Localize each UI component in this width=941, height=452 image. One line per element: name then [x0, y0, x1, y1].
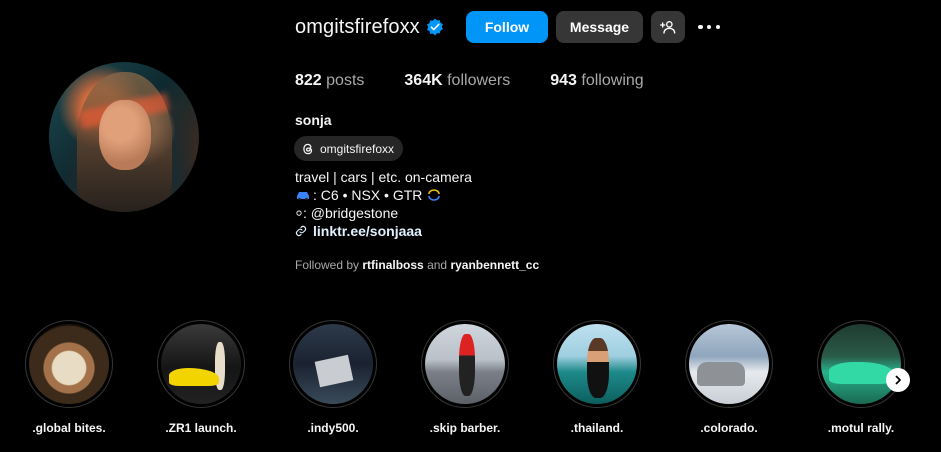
bio-cars-text: : C6 • NSX • GTR [313, 187, 423, 203]
highlight-item[interactable]: .colorado. [674, 320, 784, 435]
posts-label: posts [326, 72, 365, 89]
verified-badge-icon [426, 18, 443, 36]
followed-by-user[interactable]: rtfinalboss [362, 258, 423, 272]
highlight-ring [817, 320, 905, 408]
profile-stats: 822 posts 364K followers 943 following [295, 72, 644, 90]
bio-link[interactable]: linktr.ee/sonjaaa [313, 222, 422, 240]
followed-by-prefix: Followed by [295, 258, 360, 272]
avatar-face [99, 100, 151, 170]
more-options-icon[interactable] [698, 20, 720, 34]
highlight-cover [425, 324, 505, 404]
posts-count: 822 [295, 72, 322, 89]
highlight-item[interactable]: .indy500. [278, 320, 388, 435]
highlight-cover [821, 324, 901, 404]
highlight-item[interactable]: .skip barber. [410, 320, 520, 435]
following-count: 943 [550, 72, 577, 89]
following-stat[interactable]: 943 following [550, 72, 643, 90]
highlight-cover [29, 324, 109, 404]
username-row: omgitsfirefoxx [295, 11, 444, 43]
loop-arrows-icon [428, 189, 441, 201]
followers-stat[interactable]: 364K followers [404, 72, 510, 90]
highlight-item[interactable]: .ZR1 launch. [146, 320, 256, 435]
highlight-ring [685, 320, 773, 408]
username: omgitsfirefoxx [295, 15, 420, 38]
highlight-label: .thailand. [570, 421, 624, 435]
bio-line: travel | cars | etc. on-camera [295, 169, 472, 185]
threads-badge[interactable]: omgitsfirefoxx [294, 136, 404, 161]
highlight-ring [421, 320, 509, 408]
highlight-label: .global bites. [32, 421, 106, 435]
highlights-next-button[interactable] [886, 368, 910, 392]
profile-avatar[interactable] [49, 62, 199, 212]
more-dot [715, 24, 720, 30]
highlight-label: .motul rally. [827, 421, 895, 435]
following-label: following [581, 72, 644, 89]
highlight-ring [25, 320, 113, 408]
bio-line-sponsor: ⸰: @bridgestone [295, 205, 399, 221]
followed-by-conj: and [427, 258, 448, 272]
highlight-label: .indy500. [307, 421, 359, 435]
message-button[interactable]: Message [556, 11, 643, 43]
highlight-cover [689, 324, 769, 404]
suggested-users-button[interactable] [651, 11, 685, 43]
highlight-item[interactable]: .global bites. [14, 320, 124, 435]
bio: travel | cars | etc. on-camera : C6 • NS… [295, 168, 472, 240]
followed-by[interactable]: Followed by rtfinalboss and ryanbennett_… [295, 258, 539, 272]
more-dot [698, 24, 703, 30]
follow-button[interactable]: Follow [466, 11, 548, 43]
highlight-ring [289, 320, 377, 408]
bio-link-row[interactable]: linktr.ee/sonjaaa [295, 222, 472, 240]
bio-line-cars: : C6 • NSX • GTR [295, 186, 472, 204]
story-highlights: .global bites. .ZR1 launch. .indy500. .s… [0, 320, 941, 440]
posts-stat: 822 posts [295, 72, 364, 90]
highlight-cover [293, 324, 373, 404]
followers-count: 364K [404, 72, 443, 89]
followed-by-user[interactable]: ryanbennett_cc [450, 258, 539, 272]
car-icon [297, 192, 309, 200]
threads-icon [303, 143, 313, 154]
highlight-ring [157, 320, 245, 408]
highlight-label: .skip barber. [429, 421, 501, 435]
link-icon [295, 225, 307, 237]
threads-handle: omgitsfirefoxx [320, 141, 395, 156]
add-person-icon [660, 21, 676, 34]
followers-label: followers [447, 72, 511, 89]
highlight-cover [557, 324, 637, 404]
highlight-cover [161, 324, 241, 404]
highlight-label: .colorado. [700, 421, 758, 435]
more-dot [706, 24, 712, 30]
chevron-right-icon [895, 375, 901, 385]
highlight-ring [553, 320, 641, 408]
full-name: sonja [295, 112, 332, 128]
highlight-label: .ZR1 launch. [165, 421, 237, 435]
highlight-item[interactable]: .thailand. [542, 320, 652, 435]
